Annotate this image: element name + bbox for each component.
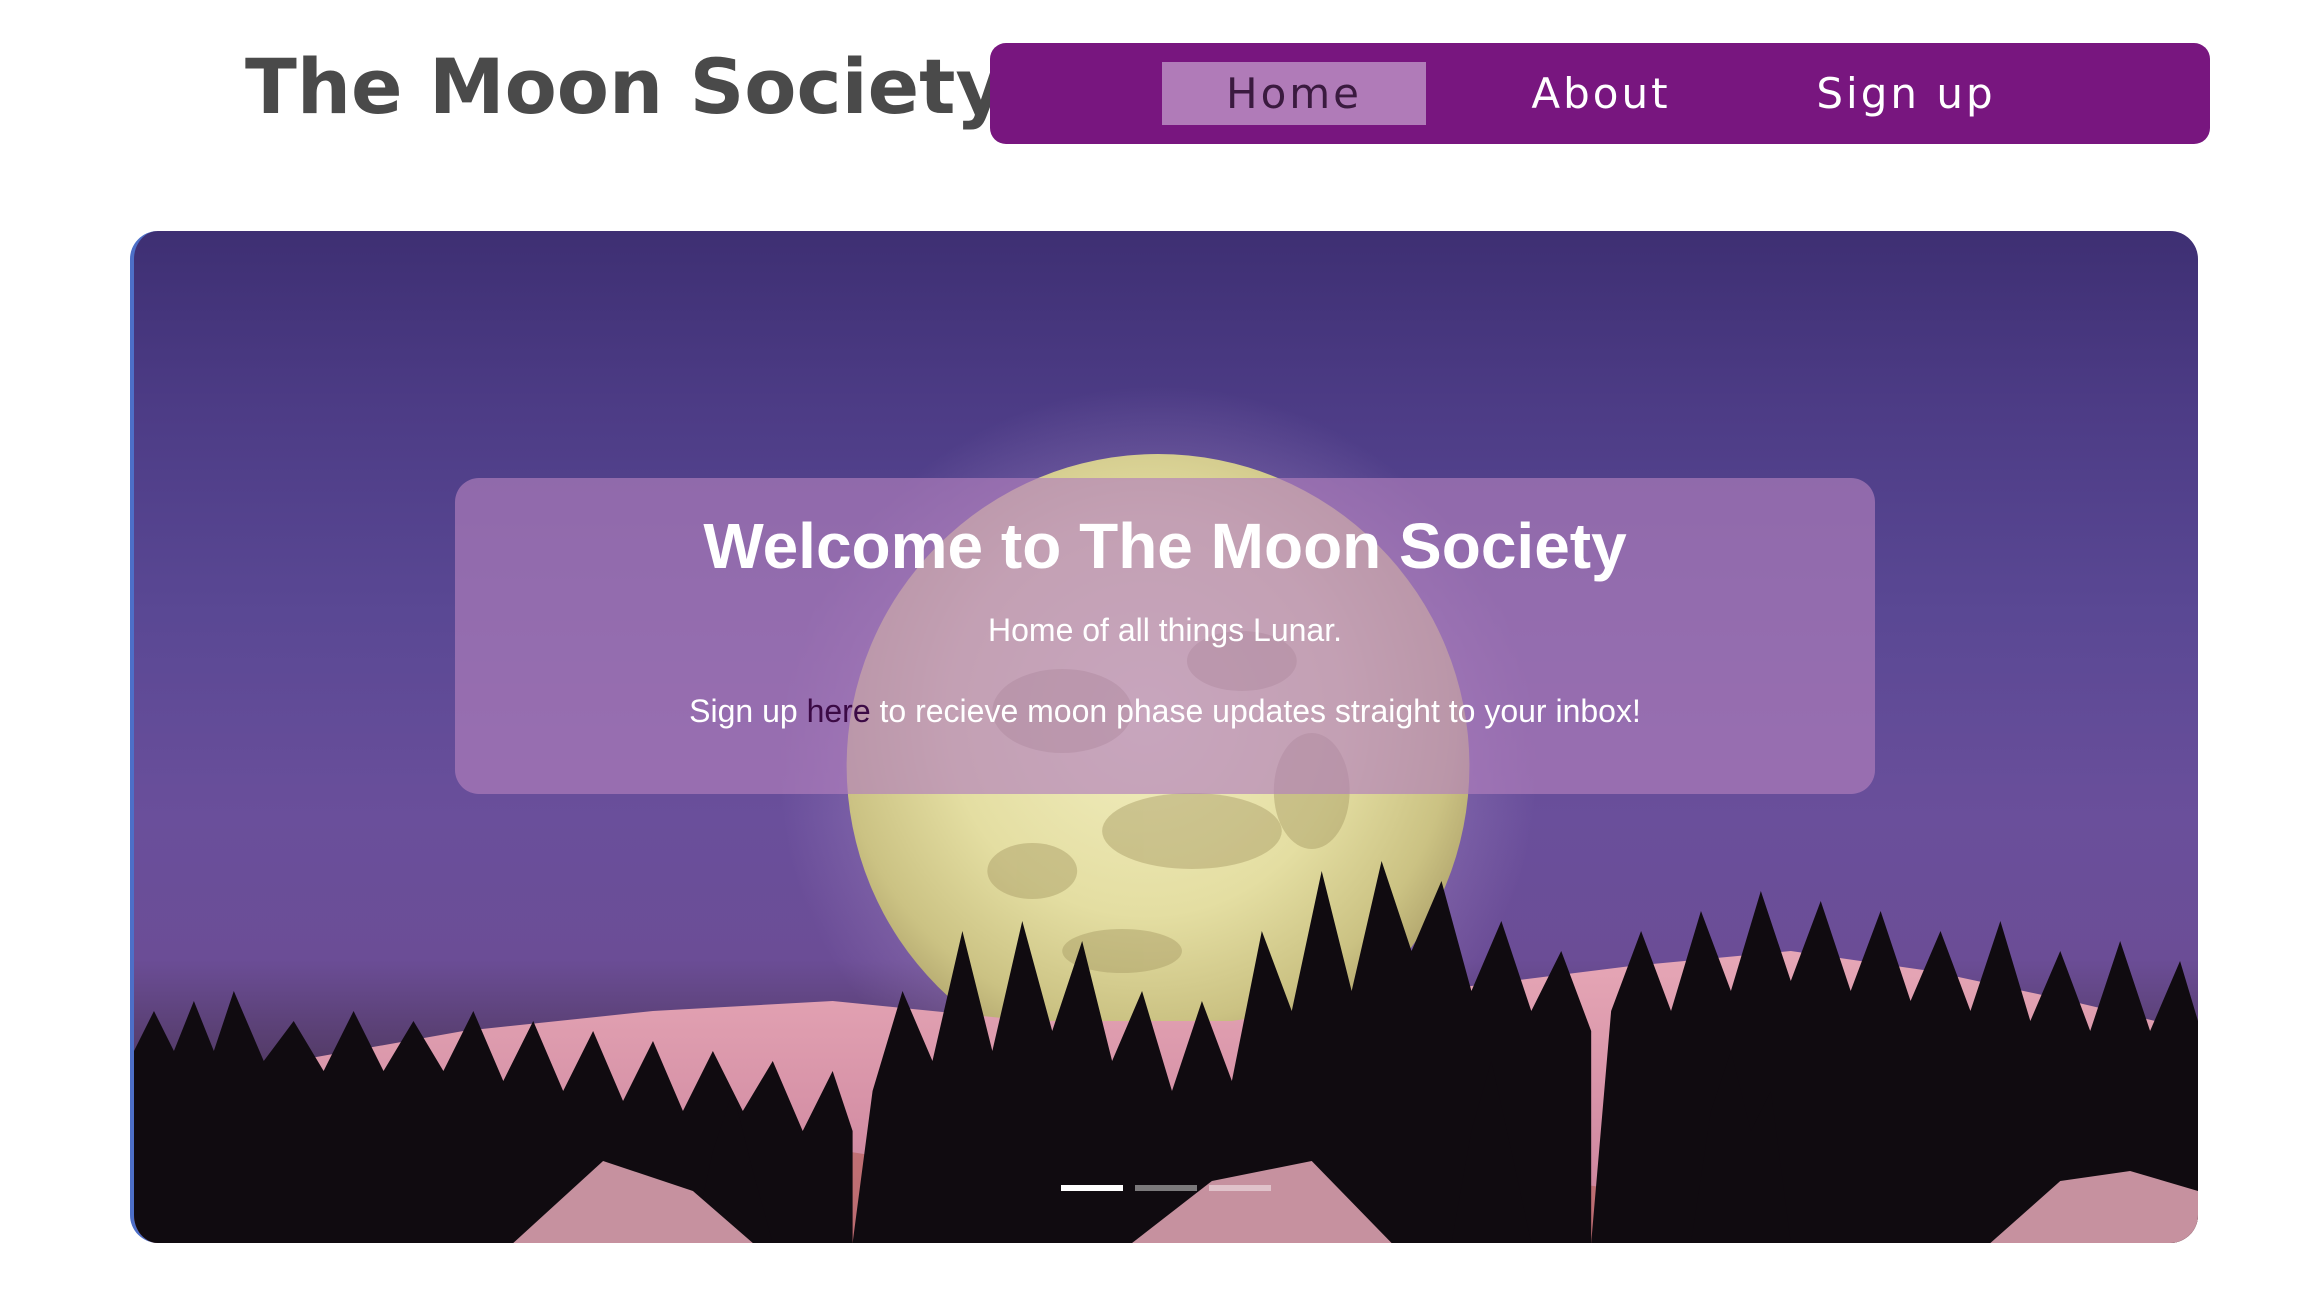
signup-prefix: Sign up	[689, 693, 807, 729]
carousel-indicators	[134, 1185, 2198, 1191]
nav-sign-up[interactable]: Sign up	[1776, 62, 2036, 125]
nav-home[interactable]: Home	[1162, 62, 1426, 125]
nav-about[interactable]: About	[1486, 62, 1716, 125]
carousel-indicator-3[interactable]	[1209, 1185, 1271, 1191]
carousel-indicator-1[interactable]	[1061, 1185, 1123, 1191]
signup-suffix: to recieve moon phase updates straight t…	[870, 693, 1641, 729]
hero-caption: Welcome to The Moon Society Home of all …	[455, 478, 1875, 794]
carousel-indicator-2[interactable]	[1135, 1185, 1197, 1191]
hero-subtitle: Home of all things Lunar.	[988, 612, 1342, 648]
site-header: The Moon Society Home About Sign up	[0, 0, 2302, 200]
main-navbar: Home About Sign up	[990, 43, 2210, 144]
hero-signup-text: Sign up here to recieve moon phase updat…	[455, 689, 1875, 733]
hero-carousel: Welcome to The Moon Society Home of all …	[130, 231, 2198, 1243]
hero-title: Welcome to The Moon Society	[703, 510, 1627, 582]
signup-here-link[interactable]: here	[807, 693, 871, 729]
site-logo-title[interactable]: The Moon Society	[245, 32, 1005, 142]
